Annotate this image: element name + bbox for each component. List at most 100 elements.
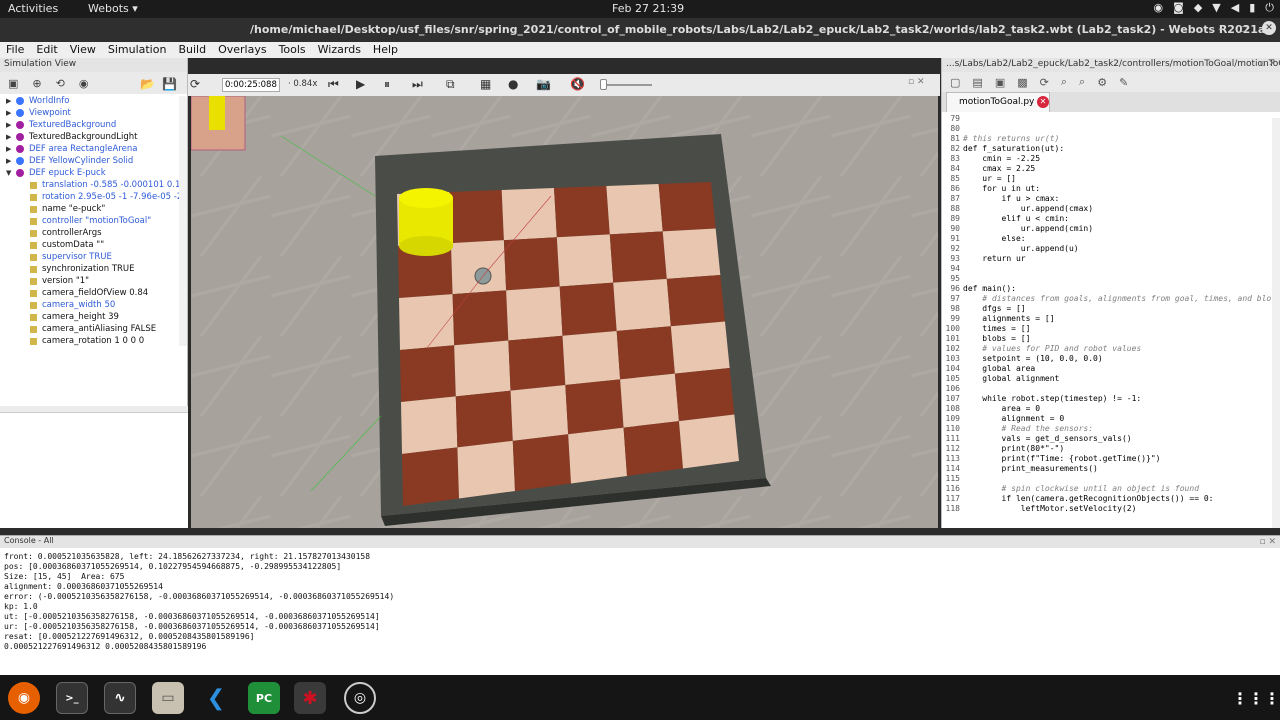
code-line[interactable]: 85 ur = []	[942, 174, 1272, 184]
save-world-icon[interactable]: 💾	[162, 77, 177, 91]
pause-icon[interactable]: ⏸	[384, 77, 390, 92]
menu-help[interactable]: Help	[367, 42, 404, 58]
activities-button[interactable]: Activities	[8, 2, 58, 15]
scene-tree-node[interactable]: ▶ TexturedBackground	[6, 119, 116, 131]
expand-arrow-right-icon[interactable]: ▶	[6, 157, 14, 165]
code-line[interactable]: 116 # spin clockwise until an object is …	[942, 484, 1272, 494]
discord-icon[interactable]: ◙	[1173, 1, 1184, 15]
code-line[interactable]: 87 if u > cmax:	[942, 194, 1272, 204]
open-file-icon[interactable]: ▤	[972, 76, 982, 89]
scene-tree-field[interactable]: controllerArgs	[30, 227, 102, 239]
firefox-icon[interactable]: ◉	[8, 682, 40, 714]
menu-file[interactable]: File	[0, 42, 30, 58]
editor-scrollbar[interactable]	[1272, 118, 1280, 528]
webots-icon[interactable]: ✱	[294, 682, 326, 714]
save-file-icon[interactable]: ▣	[995, 76, 1005, 89]
save-all-icon[interactable]: ▩	[1017, 76, 1027, 89]
battery-icon[interactable]: ▮	[1249, 1, 1255, 15]
rendering-icon[interactable]: ⧉	[446, 77, 455, 92]
menu-simulation[interactable]: Simulation	[102, 42, 173, 58]
code-line[interactable]: 95	[942, 274, 1272, 284]
code-line[interactable]: 82 def f_saturation(ut):	[942, 144, 1272, 154]
code-line[interactable]: 89 elif u < cmin:	[942, 214, 1272, 224]
code-line[interactable]: 80	[942, 124, 1272, 134]
code-area[interactable]: 79 80 81 # this returns ur(t) 82 def f_satura…	[942, 112, 1280, 532]
code-line[interactable]: 97 # distances from goals, alignments fr…	[942, 294, 1272, 304]
scene-tree-scrollbar[interactable]	[179, 96, 187, 346]
code-line[interactable]: 79	[942, 114, 1272, 124]
code-line[interactable]: 102 # values for PID and robot values	[942, 344, 1272, 354]
menu-build[interactable]: Build	[172, 42, 212, 58]
volume-slider-knob[interactable]	[600, 79, 607, 90]
obs-icon[interactable]: ◎	[344, 682, 376, 714]
reset-simulation-icon[interactable]: ⏮	[328, 77, 339, 92]
code-line[interactable]: 98 dfgs = []	[942, 304, 1272, 314]
code-line[interactable]: 84 cmax = 2.25	[942, 164, 1272, 174]
shield-icon[interactable]: ◆	[1194, 1, 1202, 15]
code-line[interactable]: 90 ur.append(cmin)	[942, 224, 1272, 234]
menu-view[interactable]: View	[64, 42, 102, 58]
vscode-icon[interactable]: ❮	[200, 682, 232, 714]
scene-tree-node[interactable]: ▼ DEF epuck E-puck	[6, 167, 106, 179]
code-line[interactable]: 101 blobs = []	[942, 334, 1272, 344]
scene-tree-field[interactable]: camera_rotation 1 0 0 0	[30, 335, 144, 347]
new-file-icon[interactable]: ▢	[950, 76, 960, 89]
code-line[interactable]: 117 if len(camera.getRecognitionObjects(…	[942, 494, 1272, 504]
add-node-icon[interactable]: ⊕	[32, 77, 41, 90]
code-line[interactable]: 104 global area	[942, 364, 1272, 374]
code-line[interactable]: 108 area = 0	[942, 404, 1272, 414]
scene-tree-field[interactable]: supervisor TRUE	[30, 251, 112, 263]
record-movie-icon[interactable]: ▦	[480, 77, 491, 91]
menu-overlays[interactable]: Overlays	[212, 42, 273, 58]
code-line[interactable]: 91 else:	[942, 234, 1272, 244]
scene-tree-field[interactable]: controller "motionToGoal"	[30, 215, 151, 227]
panel-float-icon[interactable]: ▫ ✕	[908, 77, 925, 87]
scene-tree-field[interactable]: translation -0.585 -0.000101 0.147	[30, 179, 187, 191]
scene-tree-field[interactable]: camera_fieldOfView 0.84	[30, 287, 148, 299]
scene-tree-node[interactable]: ▶ DEF area RectangleArena	[6, 143, 137, 155]
scene-tree-field[interactable]: camera_height 39	[30, 311, 119, 323]
files-icon[interactable]: ▭	[152, 682, 184, 714]
3d-scene[interactable]	[191, 96, 938, 528]
code-line[interactable]: 86 for u in ut:	[942, 184, 1272, 194]
code-line[interactable]: 81 # this returns ur(t)	[942, 134, 1272, 144]
menu-edit[interactable]: Edit	[30, 42, 63, 58]
show-apps-icon[interactable]: ⋮⋮⋮	[1232, 682, 1280, 714]
replace-icon[interactable]: ⌕	[1079, 75, 1085, 89]
scene-tree-field[interactable]: customData ""	[30, 239, 104, 251]
restore-icon[interactable]: ▫	[1240, 22, 1247, 35]
code-line[interactable]: 93 return ur	[942, 254, 1272, 264]
code-line[interactable]: 92 ur.append(u)	[942, 244, 1272, 254]
menu-wizards[interactable]: Wizards	[312, 42, 367, 58]
tab-motiontogoal[interactable]: motionToGoal.py ✕	[946, 92, 1050, 112]
terminal-icon[interactable]: >_	[56, 682, 88, 714]
scene-tree-field[interactable]: camera_width 50	[30, 299, 115, 311]
step-icon[interactable]: ▶	[356, 77, 365, 91]
build-icon[interactable]: ⚙	[1097, 76, 1107, 89]
scene-tree-field[interactable]: version "1"	[30, 275, 89, 287]
minimize-icon[interactable]: –	[1218, 22, 1224, 35]
code-line[interactable]: 106	[942, 384, 1272, 394]
scene-tree-field[interactable]: synchronization TRUE	[30, 263, 135, 275]
code-line[interactable]: 105 global alignment	[942, 374, 1272, 384]
scene-tree-node[interactable]: ▶ Viewpoint	[6, 107, 71, 119]
wifi-icon[interactable]: ▼	[1212, 1, 1220, 15]
eye-icon[interactable]: ◉	[79, 77, 89, 90]
revert-icon[interactable]: ⟳	[1040, 76, 1049, 89]
code-line[interactable]: 94	[942, 264, 1272, 274]
volume-icon[interactable]: ◀	[1231, 1, 1239, 15]
find-icon[interactable]: ⌕	[1061, 75, 1067, 89]
code-line[interactable]: 115	[942, 474, 1272, 484]
code-line[interactable]: 113 print(f"Time: {robot.getTime()}")	[942, 454, 1272, 464]
close-tab-icon[interactable]: ✕	[1037, 96, 1049, 108]
code-line[interactable]: 112 print(80*"-")	[942, 444, 1272, 454]
toggle-scene-tree-icon[interactable]: ▣	[8, 77, 18, 90]
expand-arrow-right-icon[interactable]: ▶	[6, 133, 14, 141]
code-line[interactable]: 114 print_measurements()	[942, 464, 1272, 474]
scene-tree-node[interactable]: ▶ WorldInfo	[6, 95, 69, 107]
scene-tree-field[interactable]: camera_antiAliasing FALSE	[30, 323, 156, 335]
code-line[interactable]: 99 alignments = []	[942, 314, 1272, 324]
3d-view[interactable]	[191, 96, 938, 528]
code-line[interactable]: 109 alignment = 0	[942, 414, 1272, 424]
expand-arrow-right-icon[interactable]: ▶	[6, 97, 14, 105]
